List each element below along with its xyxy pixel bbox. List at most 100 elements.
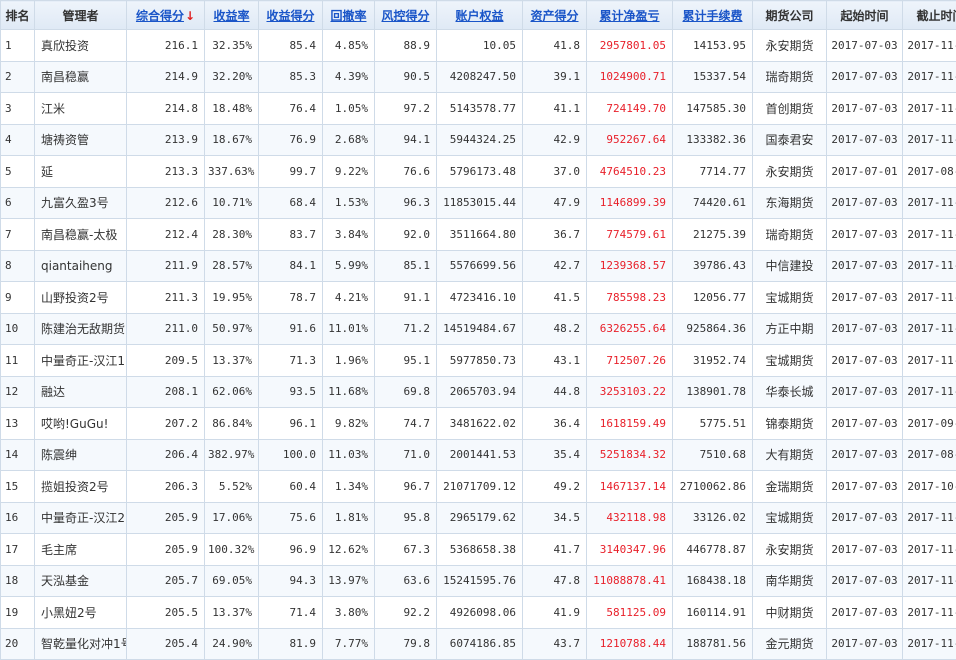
cell-asset-score: 41.7 xyxy=(523,534,587,566)
cell-risk-score: 63.6 xyxy=(375,565,437,597)
cell-fees: 138901.78 xyxy=(673,376,753,408)
cell-net-pnl: 1024900.71 xyxy=(587,61,673,93)
cell-manager[interactable]: 毛主席 xyxy=(35,534,127,566)
header-drawdown[interactable]: 回撤率 xyxy=(323,1,375,30)
header-start-date: 起始时间 xyxy=(827,1,903,30)
table-row: 16中量奇正-汉江2205.917.06%75.61.81%95.8296517… xyxy=(1,502,956,534)
cell-rank: 16 xyxy=(1,502,35,534)
cell-rank: 4 xyxy=(1,124,35,156)
cell-risk-score: 95.1 xyxy=(375,345,437,377)
cell-return-score: 83.7 xyxy=(259,219,323,251)
cell-rank: 7 xyxy=(1,219,35,251)
cell-rank: 15 xyxy=(1,471,35,503)
cell-net-pnl: 6326255.64 xyxy=(587,313,673,345)
cell-total-score: 211.9 xyxy=(127,250,205,282)
cell-manager[interactable]: 揽姐投资2号 xyxy=(35,471,127,503)
cell-manager[interactable]: 中量奇正-汉江2 xyxy=(35,502,127,534)
cell-drawdown: 11.68% xyxy=(323,376,375,408)
cell-return-score: 78.7 xyxy=(259,282,323,314)
cell-asset-score: 43.1 xyxy=(523,345,587,377)
cell-return-rate: 13.37% xyxy=(205,345,259,377)
table-row: 4塘祷资管213.918.67%76.92.68%94.15944324.254… xyxy=(1,124,956,156)
cell-asset-score: 37.0 xyxy=(523,156,587,188)
cell-start-date: 2017-07-03 xyxy=(827,408,903,440)
cell-broker: 南华期货 xyxy=(753,565,827,597)
cell-broker: 宝城期货 xyxy=(753,282,827,314)
cell-equity: 3511664.80 xyxy=(437,219,523,251)
cell-equity: 5576699.56 xyxy=(437,250,523,282)
cell-end-date: 2017-11-09 xyxy=(903,502,956,534)
cell-net-pnl: 952267.64 xyxy=(587,124,673,156)
header-total-score[interactable]: 综合得分↓ xyxy=(127,1,205,30)
header-return-rate[interactable]: 收益率 xyxy=(205,1,259,30)
cell-equity: 5977850.73 xyxy=(437,345,523,377)
header-rank: 排名 xyxy=(1,1,35,30)
cell-fees: 21275.39 xyxy=(673,219,753,251)
cell-net-pnl: 3140347.96 xyxy=(587,534,673,566)
header-broker: 期货公司 xyxy=(753,1,827,30)
cell-manager[interactable]: qiantaiheng xyxy=(35,250,127,282)
cell-return-rate: 32.20% xyxy=(205,61,259,93)
cell-net-pnl: 785598.23 xyxy=(587,282,673,314)
cell-asset-score: 35.4 xyxy=(523,439,587,471)
cell-manager[interactable]: 哎哟!GuGu! xyxy=(35,408,127,440)
cell-manager[interactable]: 中量奇正-汉江1 xyxy=(35,345,127,377)
cell-risk-score: 97.2 xyxy=(375,93,437,125)
header-risk-score[interactable]: 风控得分 xyxy=(375,1,437,30)
cell-risk-score: 67.3 xyxy=(375,534,437,566)
cell-manager[interactable]: 陈建治无敌期货 xyxy=(35,313,127,345)
table-row: 3江米214.818.48%76.41.05%97.25143578.7741.… xyxy=(1,93,956,125)
cell-broker: 瑞奇期货 xyxy=(753,61,827,93)
cell-manager[interactable]: 九富久盈3号 xyxy=(35,187,127,219)
cell-risk-score: 90.5 xyxy=(375,61,437,93)
cell-rank: 6 xyxy=(1,187,35,219)
cell-rank: 12 xyxy=(1,376,35,408)
cell-manager[interactable]: 真欣投资 xyxy=(35,30,127,62)
cell-net-pnl: 774579.61 xyxy=(587,219,673,251)
cell-risk-score: 69.8 xyxy=(375,376,437,408)
cell-manager[interactable]: 山野投资2号 xyxy=(35,282,127,314)
cell-start-date: 2017-07-03 xyxy=(827,565,903,597)
cell-fees: 446778.87 xyxy=(673,534,753,566)
cell-return-rate: 86.84% xyxy=(205,408,259,440)
cell-asset-score: 42.7 xyxy=(523,250,587,282)
cell-return-score: 75.6 xyxy=(259,502,323,534)
cell-manager[interactable]: 融达 xyxy=(35,376,127,408)
header-equity[interactable]: 账户权益 xyxy=(437,1,523,30)
cell-end-date: 2017-11-09 xyxy=(903,597,956,629)
cell-equity: 2965179.62 xyxy=(437,502,523,534)
cell-manager[interactable]: 江米 xyxy=(35,93,127,125)
cell-equity: 11853015.44 xyxy=(437,187,523,219)
cell-drawdown: 1.05% xyxy=(323,93,375,125)
table-row: 11中量奇正-汉江1209.513.37%71.31.96%95.1597785… xyxy=(1,345,956,377)
cell-return-score: 91.6 xyxy=(259,313,323,345)
header-asset-score[interactable]: 资产得分 xyxy=(523,1,587,30)
header-net-pnl[interactable]: 累计净盈亏 xyxy=(587,1,673,30)
cell-drawdown: 1.96% xyxy=(323,345,375,377)
cell-risk-score: 92.2 xyxy=(375,597,437,629)
header-fees[interactable]: 累计手续费 xyxy=(673,1,753,30)
header-return-score[interactable]: 收益得分 xyxy=(259,1,323,30)
table-row: 2南昌稳赢214.932.20%85.34.39%90.54208247.503… xyxy=(1,61,956,93)
cell-manager[interactable]: 塘祷资管 xyxy=(35,124,127,156)
cell-asset-score: 48.2 xyxy=(523,313,587,345)
cell-manager[interactable]: 南昌稳赢-太极 xyxy=(35,219,127,251)
cell-return-rate: 382.97% xyxy=(205,439,259,471)
cell-return-score: 85.3 xyxy=(259,61,323,93)
cell-manager[interactable]: 陈震绅 xyxy=(35,439,127,471)
cell-end-date: 2017-11-09 xyxy=(903,376,956,408)
cell-asset-score: 34.5 xyxy=(523,502,587,534)
cell-drawdown: 12.62% xyxy=(323,534,375,566)
cell-total-score: 209.5 xyxy=(127,345,205,377)
table-row: 17毛主席205.9100.32%96.912.62%67.35368658.3… xyxy=(1,534,956,566)
cell-end-date: 2017-11-09 xyxy=(903,282,956,314)
cell-fees: 7510.68 xyxy=(673,439,753,471)
cell-return-rate: 18.67% xyxy=(205,124,259,156)
cell-return-rate: 69.05% xyxy=(205,565,259,597)
cell-net-pnl: 11088878.41 xyxy=(587,565,673,597)
cell-manager[interactable]: 南昌稳赢 xyxy=(35,61,127,93)
cell-manager[interactable]: 延 xyxy=(35,156,127,188)
cell-manager[interactable]: 天泓基金 xyxy=(35,565,127,597)
cell-fees: 31952.74 xyxy=(673,345,753,377)
cell-manager[interactable]: 小黑妞2号 xyxy=(35,597,127,629)
